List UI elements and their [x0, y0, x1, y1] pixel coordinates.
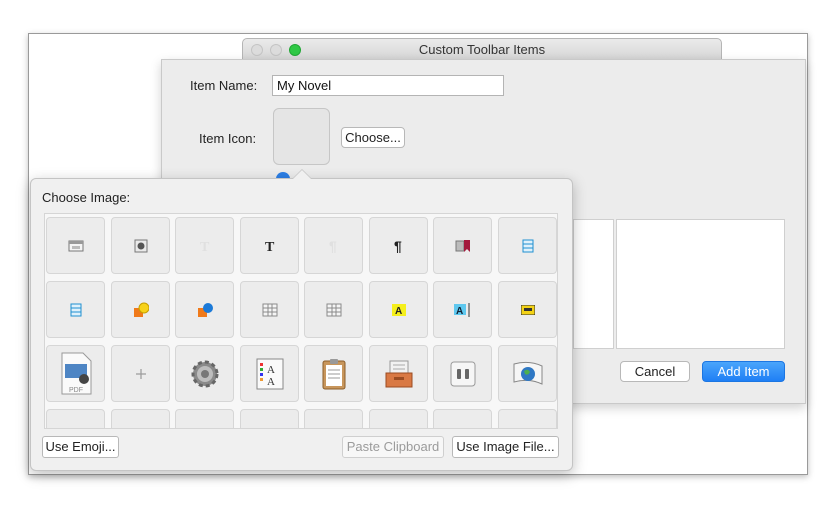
- add-item-button[interactable]: Add Item: [702, 361, 785, 382]
- svg-text:T: T: [200, 240, 210, 253]
- partial-icon[interactable]: [304, 409, 363, 428]
- item-icon-label: Item Icon:: [199, 131, 257, 146]
- popover-arrow: [292, 169, 312, 179]
- faded-text-icon[interactable]: T: [175, 217, 234, 274]
- available-items-list[interactable]: [573, 219, 614, 349]
- use-image-file-button[interactable]: Use Image File...: [452, 436, 559, 458]
- ruler-icon[interactable]: [498, 281, 557, 338]
- clipboard-icon[interactable]: [304, 345, 363, 402]
- partial-icon[interactable]: [175, 409, 234, 428]
- item-name-label: Item Name:: [190, 78, 258, 93]
- gear-icon[interactable]: [175, 345, 234, 402]
- svg-text:T: T: [265, 240, 275, 253]
- partial-icon[interactable]: [369, 409, 428, 428]
- table-icon[interactable]: [240, 281, 299, 338]
- svg-text:¶: ¶: [394, 239, 402, 253]
- window-title: Custom Toolbar Items: [418, 42, 546, 57]
- choose-image-title: Choose Image:: [42, 190, 131, 205]
- font-panel-icon[interactable]: AA: [240, 345, 299, 402]
- partial-icon[interactable]: [433, 409, 492, 428]
- svg-text:A: A: [456, 306, 463, 317]
- svg-text:A: A: [395, 306, 402, 316]
- choose-button[interactable]: Choose...: [341, 127, 405, 148]
- partial-icon[interactable]: [111, 409, 170, 428]
- highlight-icon[interactable]: A: [369, 281, 428, 338]
- pilcrow-icon[interactable]: ¶: [369, 217, 428, 274]
- faded-pilcrow-icon[interactable]: ¶: [304, 217, 363, 274]
- partial-icon[interactable]: [240, 409, 299, 428]
- plus-icon[interactable]: [111, 345, 170, 402]
- pdf-document-icon[interactable]: PDF: [46, 345, 105, 402]
- blue-document-icon[interactable]: [46, 281, 105, 338]
- item-name-field[interactable]: My Novel: [272, 75, 504, 96]
- item-icon-well[interactable]: [273, 108, 330, 165]
- text-bold-icon[interactable]: T: [240, 217, 299, 274]
- switches-icon[interactable]: [433, 345, 492, 402]
- partial-icon[interactable]: [498, 409, 557, 428]
- title-bar: Custom Toolbar Items: [242, 38, 722, 60]
- blue-document-icon[interactable]: [498, 217, 557, 274]
- cancel-button[interactable]: Cancel: [620, 361, 690, 382]
- shapes-blue-icon[interactable]: [175, 281, 234, 338]
- item-preview-list[interactable]: [616, 219, 785, 349]
- shapes-icon[interactable]: [111, 281, 170, 338]
- gear-badge-icon[interactable]: [111, 217, 170, 274]
- svg-text:¶: ¶: [329, 239, 337, 253]
- window-layout-icon[interactable]: [46, 217, 105, 274]
- pdf-caption: PDF: [69, 387, 83, 394]
- table-icon[interactable]: [304, 281, 363, 338]
- globe-flag-icon[interactable]: [498, 345, 557, 402]
- use-emoji-button[interactable]: Use Emoji...: [42, 436, 119, 458]
- paste-clipboard-button[interactable]: Paste Clipboard: [342, 436, 444, 458]
- text-highlight-icon[interactable]: A: [433, 281, 492, 338]
- partial-icon[interactable]: [46, 409, 105, 428]
- image-grid[interactable]: T T ¶ ¶ A A PDF A A: [44, 213, 558, 429]
- svg-text:A: A: [267, 376, 275, 388]
- svg-text:A: A: [267, 364, 275, 376]
- bookmark-icon[interactable]: [433, 217, 492, 274]
- inbox-tray-icon[interactable]: [369, 345, 428, 402]
